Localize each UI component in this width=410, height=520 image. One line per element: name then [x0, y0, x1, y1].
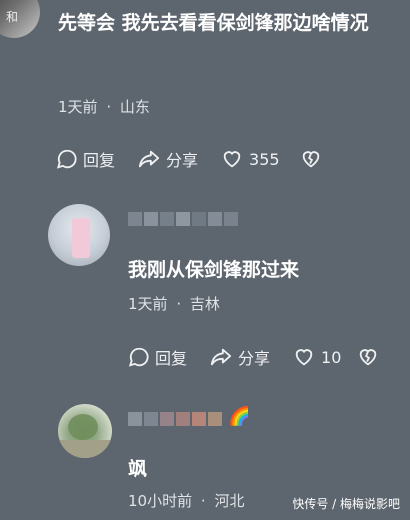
like-count: 10	[321, 347, 342, 367]
reply-actions: 回复 分享 10	[128, 345, 379, 369]
heart-icon	[295, 349, 313, 366]
comment-icon	[56, 149, 77, 169]
reply-meta: 10小时前 · 河北	[128, 490, 244, 511]
like-button[interactable]: 355	[220, 148, 280, 170]
reply-label: 回复	[83, 151, 116, 170]
comment-meta: 1天前 · 山东	[58, 96, 150, 117]
reply-location: 吉林	[189, 295, 220, 313]
avatar-mark: 和	[6, 10, 19, 24]
reply-button[interactable]: 回复	[128, 345, 187, 369]
share-label: 分享	[166, 151, 199, 170]
heart-icon	[223, 151, 241, 168]
reply-text: 飒	[128, 458, 148, 480]
share-icon	[138, 150, 160, 168]
reply-label: 回复	[155, 349, 188, 368]
share-button[interactable]: 分享	[209, 345, 270, 369]
user-avatar[interactable]	[48, 204, 110, 266]
comment-actions: 回复 分享 355	[56, 147, 322, 171]
user-avatar[interactable]	[58, 404, 112, 458]
meta-separator: ·	[106, 98, 112, 116]
meta-separator: ·	[176, 295, 182, 313]
dislike-button[interactable]	[357, 346, 379, 368]
share-label: 分享	[238, 349, 271, 368]
dislike-button[interactable]	[300, 148, 322, 170]
reply-time: 1天前	[128, 295, 168, 313]
share-icon	[210, 348, 232, 366]
comment-icon	[128, 347, 149, 367]
comment-time: 1天前	[58, 98, 98, 116]
reply-time: 10小时前	[128, 492, 193, 510]
broken-heart-icon	[302, 151, 319, 168]
comment-text: 先等会 我先去看看保剑锋那边啥情况	[58, 12, 369, 34]
like-count: 355	[249, 149, 280, 169]
meta-separator: ·	[200, 492, 206, 510]
rainbow-icon: 🌈	[228, 406, 251, 427]
avatar-tree	[68, 414, 98, 440]
username-mosaic	[128, 212, 238, 226]
reply-button[interactable]: 回复	[56, 147, 115, 171]
reply-meta: 1天前 · 吉林	[128, 293, 220, 314]
broken-heart-icon	[360, 349, 377, 366]
avatar-ground	[58, 440, 112, 458]
like-button[interactable]: 10	[292, 346, 341, 368]
avatar-figure	[72, 218, 90, 258]
reply-location: 河北	[214, 492, 245, 510]
user-avatar[interactable]: 和	[0, 0, 40, 38]
share-button[interactable]: 分享	[137, 147, 198, 171]
username-mosaic	[128, 412, 222, 426]
comment-location: 山东	[119, 98, 150, 116]
watermark: 快传号 / 梅梅说影吧	[292, 497, 400, 511]
reply-text: 我刚从保剑锋那过来	[128, 259, 300, 281]
